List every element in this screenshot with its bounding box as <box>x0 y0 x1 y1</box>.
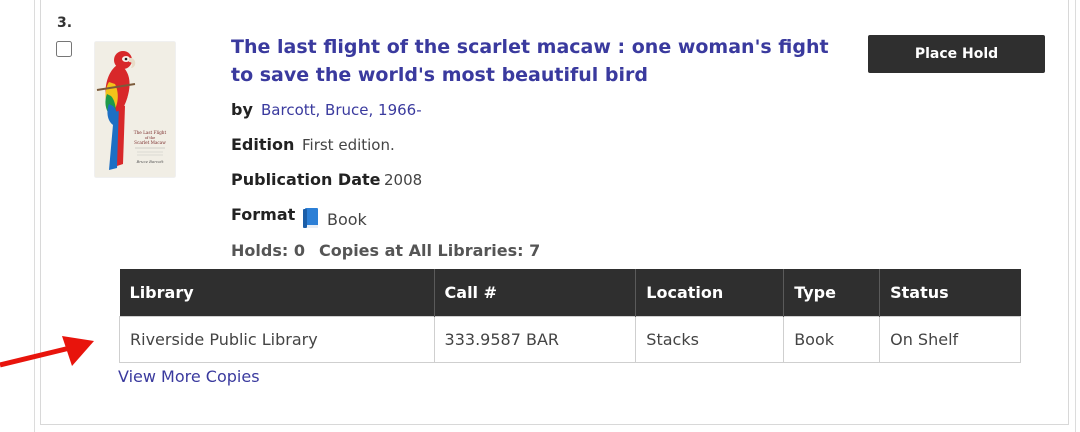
cell-type: Book <box>783 315 881 363</box>
format-value: Book <box>327 210 367 229</box>
select-result-checkbox[interactable] <box>56 41 72 57</box>
red-arrow-annotation <box>0 336 94 368</box>
cell-status: On Shelf <box>879 315 1021 363</box>
cover-title-line-3: Scarlet Macaw <box>134 140 166 145</box>
column-header-type: Type <box>783 269 881 316</box>
column-header-library: Library <box>119 269 435 316</box>
column-header-status: Status <box>879 269 1021 316</box>
result-number: 3. <box>57 15 73 31</box>
cover-author: Bruce Barcott <box>136 159 164 164</box>
cell-call-number: 333.9587 BAR <box>433 315 637 363</box>
publication-date-label: Publication Date <box>231 170 381 189</box>
edition-value: First edition. <box>302 136 395 154</box>
book-cover-image[interactable]: The Last Flight of the Scarlet Macaw Bru… <box>95 42 175 177</box>
copies-table: Library Call # Location Type Status Rive… <box>119 269 1021 363</box>
page-right-border <box>1075 0 1076 432</box>
column-header-call-number: Call # <box>434 269 637 316</box>
result-title-link[interactable]: The last flight of the scarlet macaw : o… <box>231 33 831 89</box>
cover-title-line-1: The Last Flight <box>134 130 167 135</box>
copies-count: Copies at All Libraries: 7 <box>319 241 541 260</box>
view-more-copies-link[interactable]: View More Copies <box>118 367 260 386</box>
edition-label: Edition <box>231 135 295 154</box>
author-label: by <box>231 100 253 119</box>
copies-table-header-row: Library Call # Location Type Status <box>119 269 1021 316</box>
table-row: Riverside Public Library 333.9587 BAR St… <box>119 315 1021 363</box>
holds-count: Holds: 0 <box>231 241 305 260</box>
publication-date-value: 2008 <box>384 171 423 189</box>
book-icon <box>303 208 318 228</box>
format-label: Format <box>231 205 296 224</box>
author-link[interactable]: Barcott, Bruce, 1966- <box>261 101 422 119</box>
cell-library: Riverside Public Library <box>119 315 435 363</box>
cell-location: Stacks <box>635 315 785 363</box>
place-hold-button[interactable]: Place Hold <box>868 35 1045 73</box>
author-value: Barcott, Bruce, 1966- <box>261 101 422 119</box>
column-header-location: Location <box>635 269 785 316</box>
